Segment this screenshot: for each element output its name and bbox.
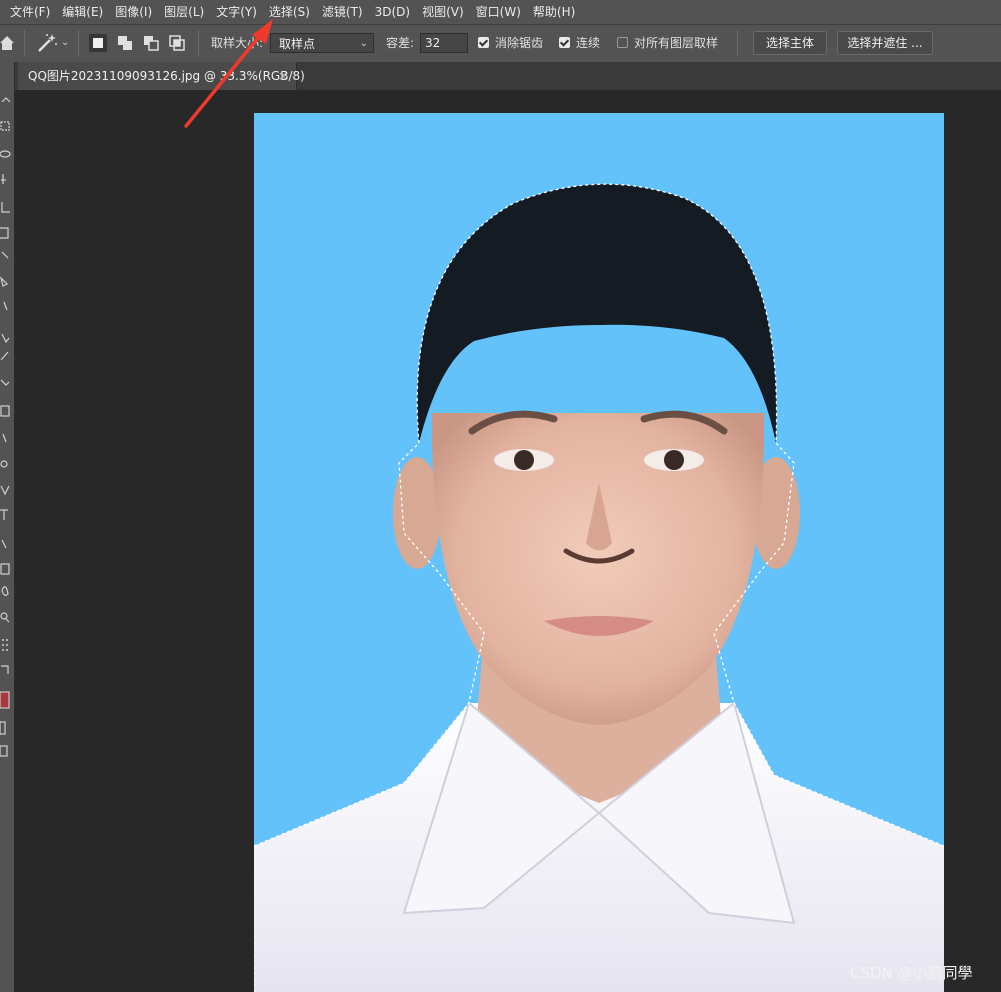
home-icon[interactable]: [0, 35, 14, 51]
sample-size-label: 取样大小:: [211, 36, 264, 50]
tools-panel: [0, 62, 15, 992]
magic-wand-icon[interactable]: [36, 32, 58, 54]
canvas-image[interactable]: [254, 113, 944, 992]
menu-window[interactable]: 窗口(W): [470, 0, 527, 24]
intersect-selection-button[interactable]: [168, 34, 186, 52]
close-icon[interactable]: ×: [278, 62, 288, 90]
document-tab[interactable]: QQ图片20231109093126.jpg @ 33.3%(RGB/8) ×: [18, 62, 305, 90]
chevron-down-icon: ⌄: [359, 38, 368, 49]
sample-size-select[interactable]: 取样点 ⌄: [270, 33, 374, 53]
menu-select[interactable]: 选择(S): [263, 0, 316, 24]
contiguous-label[interactable]: 连续: [576, 25, 600, 62]
subtract-from-selection-button[interactable]: [142, 34, 160, 52]
options-bar: ⌄ 取样大小: 取样点 ⌄ 容差: 32 消除锯齿 连续 对所有图层取样 选择主…: [0, 24, 1001, 63]
tolerance-input[interactable]: 32: [420, 33, 468, 53]
divider: [24, 30, 25, 56]
sample-size-value: 取样点: [279, 37, 316, 51]
menu-help[interactable]: 帮助(H): [527, 0, 581, 24]
menu-type[interactable]: 文字(Y): [210, 0, 263, 24]
add-to-selection-button[interactable]: [116, 34, 134, 52]
watermark: CSDN @小鹏同學: [850, 964, 973, 982]
menu-view[interactable]: 视图(V): [416, 0, 470, 24]
new-selection-button[interactable]: [89, 34, 107, 52]
divider: [198, 30, 199, 56]
menu-filter[interactable]: 滤镜(T): [316, 0, 369, 24]
tool-icons: [0, 97, 11, 757]
menu-3d[interactable]: 3D(D): [369, 0, 416, 24]
document-tab-title[interactable]: QQ图片20231109093126.jpg @ 33.3%(RGB/8): [28, 62, 305, 90]
menu-layer[interactable]: 图层(L): [158, 0, 210, 24]
sample-all-layers-label[interactable]: 对所有图层取样: [634, 25, 718, 62]
anti-alias-label[interactable]: 消除锯齿: [495, 25, 543, 62]
divider: [737, 30, 738, 56]
sample-all-layers-checkbox[interactable]: [617, 37, 628, 48]
menu-image[interactable]: 图像(I): [109, 0, 158, 24]
contiguous-checkbox[interactable]: [559, 37, 570, 48]
select-subject-button[interactable]: 选择主体: [753, 31, 827, 55]
menu-bar: 文件(F) 编辑(E) 图像(I) 图层(L) 文字(Y) 选择(S) 滤镜(T…: [0, 0, 1001, 24]
menu-edit[interactable]: 编辑(E): [56, 0, 109, 24]
select-and-mask-button[interactable]: 选择并遮住 ...: [837, 31, 933, 55]
tolerance-label: 容差:: [386, 36, 415, 50]
menu-file[interactable]: 文件(F): [0, 0, 56, 24]
divider: [78, 30, 79, 56]
document-tab-bar: QQ图片20231109093126.jpg @ 33.3%(RGB/8) ×: [15, 62, 1001, 90]
anti-alias-checkbox[interactable]: [478, 37, 489, 48]
portrait-photo: [254, 113, 944, 992]
tool-preset-chevron-down-icon[interactable]: ⌄: [61, 37, 69, 48]
